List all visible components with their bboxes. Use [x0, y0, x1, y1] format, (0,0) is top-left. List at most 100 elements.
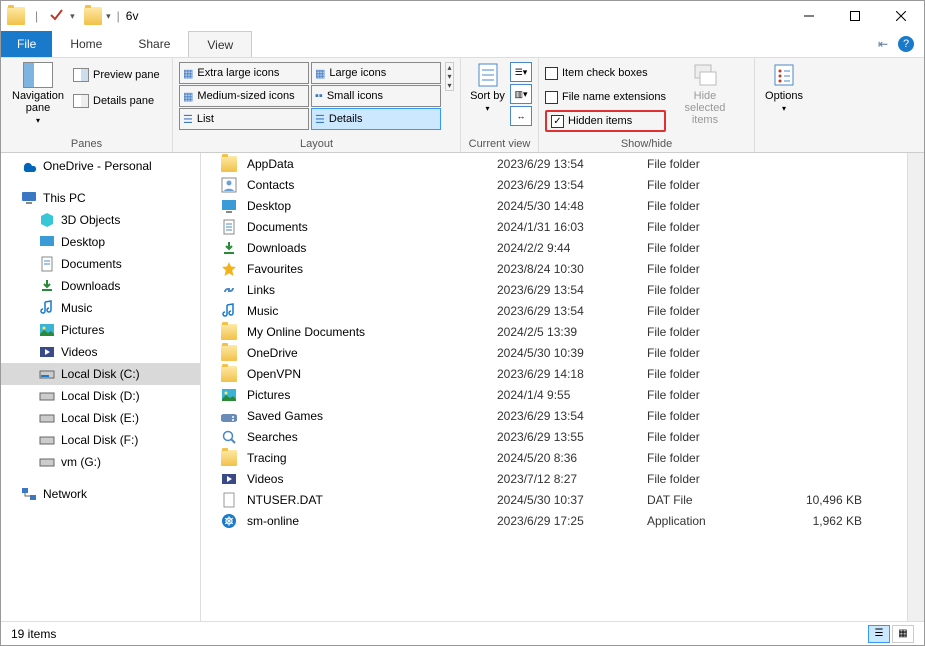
details-view-button[interactable]: ☰ — [868, 625, 890, 643]
file-date: 2023/8/24 10:30 — [497, 262, 647, 276]
tree-documents[interactable]: Documents — [1, 253, 200, 275]
thumbnails-view-button[interactable]: ▦ — [892, 625, 914, 643]
file-row[interactable]: OneDrive2024/5/30 10:39File folder — [201, 342, 924, 363]
tab-view[interactable]: View — [188, 31, 252, 57]
file-date: 2024/5/30 14:48 — [497, 199, 647, 213]
navigation-pane-button[interactable]: Navigation pane ▾ — [7, 62, 69, 125]
tree-disk-g[interactable]: vm (G:) — [1, 451, 200, 473]
file-row[interactable]: AppData2023/6/29 13:54File folder — [201, 153, 924, 174]
dropdown-icon[interactable]: ▾ — [70, 7, 80, 25]
layout-large[interactable]: ▦Large icons — [311, 62, 441, 84]
file-row[interactable]: Contacts2023/6/29 13:54File folder — [201, 174, 924, 195]
details-pane-button[interactable]: Details pane — [73, 90, 160, 112]
maximize-button[interactable] — [832, 1, 878, 31]
size-columns-button[interactable]: ↔ — [510, 106, 532, 126]
layout-scroll[interactable]: ▴▾▾ — [445, 62, 454, 91]
file-name: Pictures — [247, 388, 497, 402]
file-type: File folder — [647, 472, 777, 486]
layout-medium[interactable]: ▦Medium-sized icons — [179, 85, 309, 107]
tree-disk-d[interactable]: Local Disk (D:) — [1, 385, 200, 407]
file-row[interactable]: NTUSER.DAT2024/5/30 10:37DAT File10,496 … — [201, 489, 924, 510]
tree-music[interactable]: Music — [1, 297, 200, 319]
tree-thispc[interactable]: This PC — [1, 187, 200, 209]
file-type: File folder — [647, 409, 777, 423]
help-icon[interactable]: ? — [898, 36, 914, 52]
navigation-pane-label: Navigation pane — [7, 90, 69, 114]
file-type: DAT File — [647, 493, 777, 507]
file-type: File folder — [647, 367, 777, 381]
file-row[interactable]: sm-online2023/6/29 17:25Application1,962… — [201, 510, 924, 531]
file-type: File folder — [647, 451, 777, 465]
tree-downloads[interactable]: Downloads — [1, 275, 200, 297]
group-by-button[interactable]: ☰▾ — [510, 62, 532, 82]
file-size: 1,962 KB — [777, 514, 862, 528]
file-name: Videos — [247, 472, 497, 486]
sort-by-button[interactable]: Sort by▾ — [467, 62, 508, 113]
layout-details[interactable]: ☰Details — [311, 108, 441, 130]
tree-onedrive[interactable]: OneDrive - Personal — [1, 155, 200, 177]
file-list: AppData2023/6/29 13:54File folderContact… — [201, 153, 924, 621]
current-view-group-label: Current view — [461, 138, 538, 152]
file-row[interactable]: Tracing2024/5/20 8:36File folder — [201, 447, 924, 468]
tab-home[interactable]: Home — [52, 31, 120, 57]
item-check-boxes-toggle[interactable]: Item check boxes — [545, 62, 666, 84]
file-row[interactable]: Favourites2023/8/24 10:30File folder — [201, 258, 924, 279]
tree-disk-c[interactable]: Local Disk (C:) — [1, 363, 200, 385]
file-name: Desktop — [247, 199, 497, 213]
file-row[interactable]: Desktop2024/5/30 14:48File folder — [201, 195, 924, 216]
file-row[interactable]: OpenVPN2023/6/29 14:18File folder — [201, 363, 924, 384]
file-size: 10,496 KB — [777, 493, 862, 507]
file-name: Saved Games — [247, 409, 497, 423]
tree-3dobjects[interactable]: 3D Objects — [1, 209, 200, 231]
pin-icon[interactable]: ⇤ — [878, 37, 888, 51]
file-name: Searches — [247, 430, 497, 444]
file-name: My Online Documents — [247, 325, 497, 339]
file-date: 2024/2/5 13:39 — [497, 325, 647, 339]
layout-list[interactable]: ☰List — [179, 108, 309, 130]
tree-network[interactable]: Network — [1, 483, 200, 505]
file-row[interactable]: My Online Documents2024/2/5 13:39File fo… — [201, 321, 924, 342]
layout-small[interactable]: ▪▪Small icons — [311, 85, 441, 107]
tree-disk-f[interactable]: Local Disk (F:) — [1, 429, 200, 451]
tab-share[interactable]: Share — [120, 31, 188, 57]
file-row[interactable]: Downloads2024/2/2 9:44File folder — [201, 237, 924, 258]
tree-pictures[interactable]: Pictures — [1, 319, 200, 341]
file-row[interactable]: Pictures2024/1/4 9:55File folder — [201, 384, 924, 405]
preview-pane-button[interactable]: Preview pane — [73, 64, 160, 86]
file-row[interactable]: Links2023/6/29 13:54File folder — [201, 279, 924, 300]
file-type: File folder — [647, 346, 777, 360]
file-type: File folder — [647, 304, 777, 318]
hidden-items-toggle[interactable]: ✓Hidden items — [545, 110, 666, 132]
layout-grid: ▦Extra large icons ▦Large icons ▦Medium-… — [179, 62, 441, 130]
file-type: Application — [647, 514, 777, 528]
file-row[interactable]: Saved Games2023/6/29 13:54File folder — [201, 405, 924, 426]
file-type: File folder — [647, 388, 777, 402]
options-button[interactable]: Options▾ — [761, 62, 807, 113]
file-name: Links — [247, 283, 497, 297]
file-date: 2023/6/29 13:54 — [497, 409, 647, 423]
tree-disk-e[interactable]: Local Disk (E:) — [1, 407, 200, 429]
file-name: OpenVPN — [247, 367, 497, 381]
layout-extra-large[interactable]: ▦Extra large icons — [179, 62, 309, 84]
window-title: 6v — [126, 9, 139, 23]
file-extensions-toggle[interactable]: File name extensions — [545, 86, 666, 108]
file-row[interactable]: Videos2023/7/12 8:27File folder — [201, 468, 924, 489]
minimize-button[interactable] — [786, 1, 832, 31]
close-button[interactable] — [878, 1, 924, 31]
file-date: 2023/6/29 13:54 — [497, 304, 647, 318]
ribbon: Navigation pane ▾ Preview pane Details p… — [1, 57, 924, 153]
file-row[interactable]: Documents2024/1/31 16:03File folder — [201, 216, 924, 237]
tab-file[interactable]: File — [1, 31, 52, 57]
tree-desktop[interactable]: Desktop — [1, 231, 200, 253]
add-columns-button[interactable]: ▥▾ — [510, 84, 532, 104]
file-name: Tracing — [247, 451, 497, 465]
file-type: File folder — [647, 262, 777, 276]
file-row[interactable]: Searches2023/6/29 13:55File folder — [201, 426, 924, 447]
check-icon[interactable] — [48, 7, 66, 25]
vertical-scrollbar[interactable] — [907, 153, 924, 621]
hide-selected-button[interactable]: Hide selected items — [676, 62, 734, 126]
panes-group-label: Panes — [1, 138, 172, 152]
file-date: 2024/1/4 9:55 — [497, 388, 647, 402]
file-row[interactable]: Music2023/6/29 13:54File folder — [201, 300, 924, 321]
tree-videos[interactable]: Videos — [1, 341, 200, 363]
